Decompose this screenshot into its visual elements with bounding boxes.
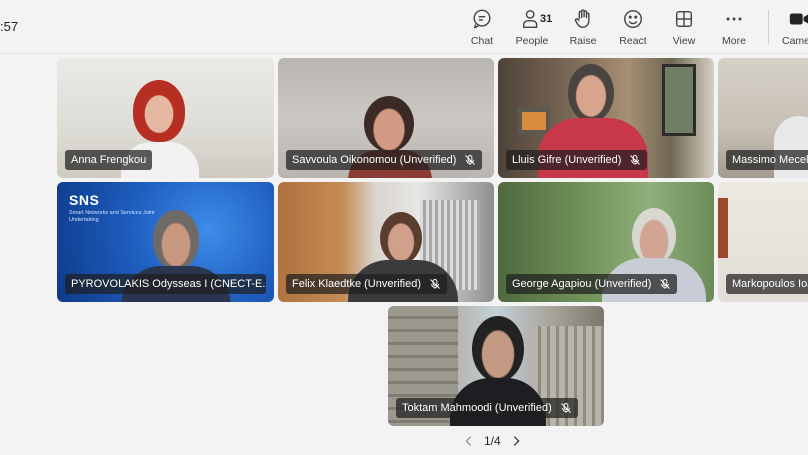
camera-icon <box>789 13 808 25</box>
participant-name: Markopoulos Ioa <box>732 278 808 290</box>
participant-name: George Agapiou (Unverified) <box>512 278 652 290</box>
participant-nameplate: Massimo Mecella <box>726 150 808 170</box>
view-icon <box>675 10 693 28</box>
chat-label: Chat <box>470 35 494 47</box>
camera-button[interactable]: Camera <box>778 8 808 50</box>
mic-muted-icon <box>660 279 671 289</box>
raise-hand-icon <box>574 9 590 28</box>
people-label: People <box>515 35 549 47</box>
participant-nameplate: Savvoula Oikonomou (Unverified) <box>286 150 483 170</box>
video-tile[interactable]: Anna Frengkou <box>57 58 274 178</box>
raise-hand-button[interactable]: Raise <box>559 8 607 50</box>
participant-nameplate: PYROVOLAKIS Odysseas I (CNECT-E... <box>65 274 266 294</box>
camera-label: Camera <box>782 35 808 47</box>
participant-nameplate: Markopoulos Ioa <box>726 274 808 294</box>
video-tile[interactable]: Toktam Mahmoodi (Unverified) <box>388 306 604 426</box>
toolbar-divider <box>768 10 769 44</box>
participant-nameplate: George Agapiou (Unverified) <box>506 274 678 294</box>
participant-name: Massimo Mecella <box>732 154 808 166</box>
chevron-right-icon[interactable] <box>509 434 523 448</box>
participant-avatar <box>153 210 199 270</box>
react-icon <box>624 10 642 28</box>
people-button[interactable]: 31 People <box>508 8 556 50</box>
meeting-toolbar: :57 Chat 31 People Raise React View More… <box>0 0 808 54</box>
meeting-timer: :57 <box>0 19 19 34</box>
gallery-pagination: 1/4 <box>462 434 523 448</box>
participant-nameplate: Felix Klaedtke (Unverified) <box>286 274 447 294</box>
react-label: React <box>619 35 647 47</box>
mic-muted-icon <box>630 155 641 165</box>
page-indicator: 1/4 <box>484 434 501 448</box>
people-count-badge: 31 <box>540 13 553 25</box>
participant-avatar <box>133 80 185 142</box>
participant-name: Savvoula Oikonomou (Unverified) <box>292 154 457 166</box>
participant-name: Anna Frengkou <box>71 154 147 166</box>
participant-avatar <box>568 64 614 122</box>
participant-avatar <box>380 212 422 264</box>
view-label: View <box>672 35 696 47</box>
video-tile[interactable]: Massimo Mecella <box>718 58 808 178</box>
participant-avatar <box>632 208 676 264</box>
video-tile[interactable]: George Agapiou (Unverified) <box>498 182 714 302</box>
more-button[interactable]: More <box>710 8 758 50</box>
participant-avatar <box>364 96 414 152</box>
chat-icon <box>473 9 491 29</box>
sns-logo-subtitle: Smart Networks and Services Joint Undert… <box>69 210 155 223</box>
mic-muted-icon <box>560 403 571 413</box>
participant-name: Lluis Gifre (Unverified) <box>512 154 622 166</box>
sns-logo-text: SNS <box>69 192 100 208</box>
participant-avatar <box>472 316 524 382</box>
more-label: More <box>722 35 746 47</box>
video-tile[interactable]: Savvoula Oikonomou (Unverified) <box>278 58 494 178</box>
video-tile[interactable]: Lluis Gifre (Unverified) <box>498 58 714 178</box>
participant-nameplate: Toktam Mahmoodi (Unverified) <box>396 398 578 418</box>
participant-name: Toktam Mahmoodi (Unverified) <box>402 402 552 414</box>
mic-muted-icon <box>465 155 476 165</box>
participant-name: PYROVOLAKIS Odysseas I (CNECT-E... <box>71 278 266 290</box>
participant-name: Felix Klaedtke (Unverified) <box>292 278 421 290</box>
more-icon <box>726 17 742 21</box>
react-button[interactable]: React <box>609 8 657 50</box>
chevron-left-icon[interactable] <box>462 434 476 448</box>
video-tile[interactable]: Markopoulos Ioa <box>718 182 808 302</box>
mic-muted-icon <box>430 279 440 289</box>
participant-nameplate: Lluis Gifre (Unverified) <box>506 150 648 170</box>
view-button[interactable]: View <box>660 8 708 50</box>
participant-nameplate: Anna Frengkou <box>65 150 153 170</box>
raise-label: Raise <box>569 35 597 47</box>
video-tile[interactable]: Felix Klaedtke (Unverified) <box>278 182 494 302</box>
chat-button[interactable]: Chat <box>458 8 506 50</box>
video-tile[interactable]: SNS Smart Networks and Services Joint Un… <box>57 182 274 302</box>
sns-logo: SNS <box>69 192 99 208</box>
